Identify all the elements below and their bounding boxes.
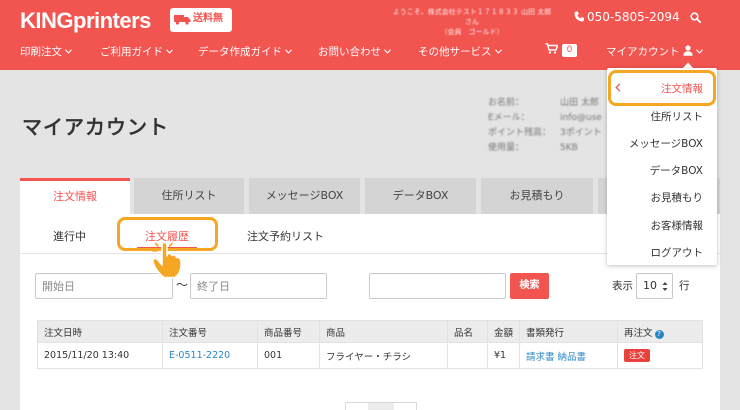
delivery-note-link[interactable]: 納品書 [558, 352, 587, 363]
nav-other-services[interactable]: その他サービス [418, 44, 502, 59]
nav-data-guide[interactable]: データ作成ガイド [198, 44, 292, 59]
order-number-link[interactable]: E-0511-2220 [162, 342, 258, 369]
reorder-cell: 注文 [617, 342, 703, 369]
reorder-button[interactable]: 注文 [624, 349, 650, 362]
user-icon [682, 45, 693, 56]
account-info: お名前： 山田 太郎 Eメール： info@use ポイント残高： 3ポイント 使用量… [488, 95, 602, 155]
phone-icon [574, 11, 584, 22]
search-button[interactable]: 検索 [510, 273, 549, 299]
welcome-message: ようこそ、株式会社テスト１７１８３３ 山田 太郎さん （会員 ゴールド） [392, 7, 552, 37]
search-icon[interactable] [690, 12, 701, 23]
free-shipping-badge: 送料無料 [170, 8, 232, 44]
member-rank: （会員 ゴールド） [440, 28, 504, 36]
info-value: 3ポイント [560, 128, 602, 138]
tab-quotes[interactable]: お見積もり [481, 178, 593, 214]
menu-item-address-list[interactable]: 住所リスト [651, 109, 704, 124]
info-value: 5KB [560, 143, 578, 153]
chevron-down-icon [494, 49, 502, 54]
col-amount: 金額 [487, 320, 520, 343]
item-name [447, 342, 488, 369]
col-product: 商品 [319, 320, 448, 343]
account-dropdown-menu: 注文情報 住所リスト メッセージBOX データBOX お見積もり お客様情報 ロ… [607, 68, 717, 265]
subtab-reservation-list[interactable]: 注文予約リスト [247, 228, 324, 244]
documents-cell: 請求書 納品書 [519, 342, 618, 369]
per-page-suffix: 行 [679, 280, 690, 292]
info-row: ポイント残高： 3ポイント [488, 125, 602, 140]
pagination[interactable] [345, 402, 417, 410]
info-key: ポイント残高： [488, 128, 552, 138]
site-logo[interactable]: KINGprinters [20, 8, 151, 34]
menu-item-customer-info[interactable]: お客様情報 [651, 218, 704, 233]
phone-number[interactable]: 050-5805-2094 [574, 10, 680, 24]
tab-message-box[interactable]: メッセージBOX [249, 178, 360, 214]
subtab-in-progress[interactable]: 進行中 [53, 228, 86, 244]
col-documents: 書類発行 [519, 320, 618, 343]
invoice-link[interactable]: 請求書 [526, 352, 555, 363]
site-header: KINGprinters 送料無料 ようこそ、株式会社テスト１７１８３３ 山田 … [0, 0, 740, 70]
nav-usage-guide[interactable]: ご利用ガイド [100, 44, 173, 59]
info-row: 使用量： 5KB [488, 140, 602, 155]
cart-icon [545, 43, 558, 54]
cart-button[interactable]: 0 [545, 43, 577, 57]
info-value: info@use [560, 113, 602, 123]
info-key: 使用量： [488, 143, 525, 153]
phone-text: 050-5805-2094 [587, 10, 680, 24]
nav-contact[interactable]: お問い合わせ [318, 44, 391, 59]
welcome-line: ようこそ、株式会社テスト１７１８３３ 山田 太郎さん [392, 8, 552, 26]
chevron-down-icon [384, 49, 391, 54]
col-item-name: 品名 [447, 320, 488, 343]
table-row: 2015/11/20 13:40 E-0511-2220 001 フライヤー・チ… [37, 342, 703, 369]
free-shipping-label: 送料無料 [193, 13, 223, 44]
nav-my-account[interactable]: マイアカウント [606, 44, 703, 59]
order-amount: ¥1 [487, 342, 520, 369]
col-order-date: 注文日時 [37, 320, 163, 343]
order-history-table: 注文日時 注文番号 商品番号 商品 品名 金額 書類発行 再注文? 2015/1… [37, 320, 703, 369]
menu-item-logout[interactable]: ログアウト [651, 245, 704, 260]
menu-item-message-box[interactable]: メッセージBOX [629, 136, 703, 151]
tab-address-list[interactable]: 住所リスト [134, 178, 244, 214]
col-reorder: 再注文? [617, 320, 703, 343]
chevron-down-icon [166, 49, 173, 54]
spinner-icon[interactable] [662, 281, 668, 292]
product-name: フライヤー・チラシ [319, 342, 448, 369]
keyword-search-input[interactable] [369, 273, 506, 299]
per-page-label: 表示 [612, 280, 633, 292]
info-value: 山田 太郎 [560, 98, 599, 108]
col-product-number: 商品番号 [257, 320, 320, 343]
page-title: マイアカウント [22, 115, 169, 139]
chevron-down-icon [695, 49, 703, 54]
table-header-row: 注文日時 注文番号 商品番号 商品 品名 金額 書類発行 再注文? [37, 320, 703, 343]
main-nav: 印刷注文 ご利用ガイド データ作成ガイド お問い合わせ その他サービス 0 マイ… [20, 43, 730, 60]
truck-icon [174, 15, 191, 25]
menu-item-data-box[interactable]: データBOX [650, 163, 703, 178]
info-row: お名前： 山田 太郎 [488, 95, 602, 110]
info-key: お名前： [488, 98, 525, 108]
product-number: 001 [257, 342, 320, 369]
menu-item-quotes[interactable]: お見積もり [651, 190, 704, 205]
current-page[interactable] [368, 403, 394, 410]
nav-print-order[interactable]: 印刷注文 [20, 44, 72, 59]
end-date-input[interactable] [190, 273, 327, 299]
tab-data-box[interactable]: データBOX [365, 178, 476, 214]
per-page-stepper[interactable]: 10 [636, 273, 673, 299]
order-date: 2015/11/20 13:40 [37, 342, 163, 369]
tab-order-info[interactable]: 注文情報 [20, 178, 130, 214]
info-key: Eメール： [488, 113, 530, 123]
info-row: Eメール： info@use [488, 110, 602, 125]
cart-count-badge: 0 [562, 44, 577, 57]
pointer-hand-icon [151, 241, 182, 279]
chevron-down-icon [285, 49, 292, 54]
chevron-down-icon [65, 49, 72, 54]
help-icon[interactable]: ? [654, 329, 664, 339]
col-order-number: 注文番号 [162, 320, 258, 343]
per-page-value: 10 [643, 279, 657, 292]
order-info-highlight [608, 70, 716, 106]
